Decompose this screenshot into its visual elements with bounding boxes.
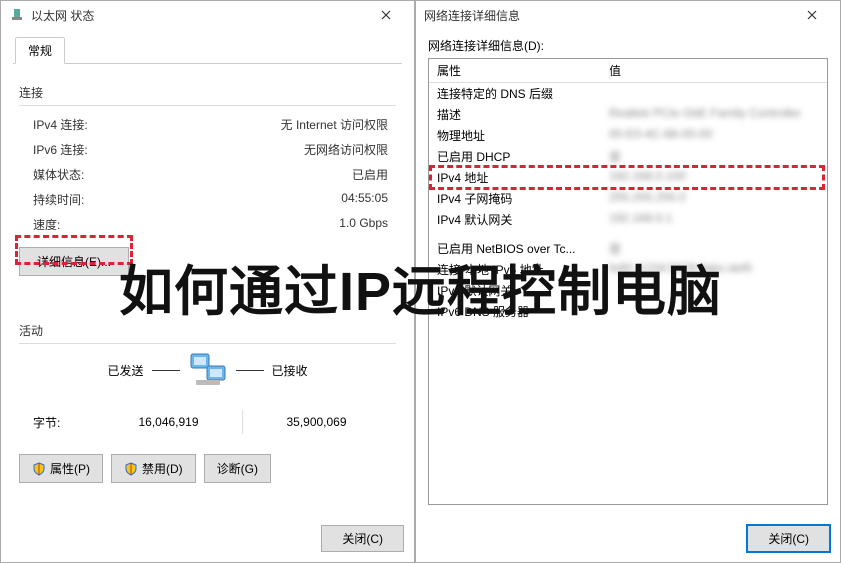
table-row[interactable]: IPv4 默认网关192.168.0.1 (429, 209, 827, 230)
table-row[interactable]: IPv4 地址192.168.0.100 (429, 167, 827, 188)
body: 常规 连接 IPv4 连接: 无 Internet 访问权限 IPv6 连接: … (1, 29, 414, 513)
tab-general[interactable]: 常规 (15, 37, 65, 64)
table-row[interactable]: 连接特定的 DNS 后缀 (429, 83, 827, 104)
details-button[interactable]: 详细信息(E)... (19, 247, 129, 276)
property-cell: 已启用 DHCP (429, 148, 609, 165)
value-cell (609, 282, 827, 299)
value-cell: 192.168.0.100 (609, 169, 827, 186)
sent-label: 已发送 (107, 362, 143, 379)
action-buttons: 属性(P) 禁用(D) 诊断(G) (19, 440, 396, 483)
dash-left (152, 370, 180, 371)
table-row[interactable]: IPv6 DNS 服务器 (429, 301, 827, 322)
value-cell: Realtek PCIe GbE Family Controller (609, 106, 827, 123)
properties-label: 属性(P) (50, 460, 90, 477)
property-cell: IPv4 子网掩码 (429, 190, 609, 207)
property-cell: IPv6 默认网关 (429, 282, 609, 299)
col-property[interactable]: 属性 (429, 62, 609, 79)
details-list[interactable]: 属性 值 连接特定的 DNS 后缀描述Realtek PCIe GbE Fami… (428, 58, 828, 505)
speed-value: 1.0 Gbps (339, 216, 396, 233)
close-icon[interactable] (366, 1, 406, 29)
table-row[interactable]: 连接-本地 IPv6 地址fe80::1234:5678:9abc:def0 (429, 259, 827, 280)
ipv4-conn-value: 无 Internet 访问权限 (281, 116, 396, 133)
table-row[interactable]: 描述Realtek PCIe GbE Family Controller (429, 104, 827, 125)
duration-value: 04:55:05 (341, 191, 396, 208)
ipv6-conn-label: IPv6 连接: (33, 141, 304, 158)
disable-label: 禁用(D) (142, 460, 183, 477)
speed-label: 速度: (33, 216, 339, 233)
titlebar[interactable]: 网络连接详细信息 (416, 1, 840, 29)
property-cell: IPv4 默认网关 (429, 211, 609, 228)
recv-label: 已接收 (272, 362, 308, 379)
close-icon[interactable] (792, 1, 832, 29)
bytes-row: 字节: 16,046,919 35,900,069 (19, 404, 396, 440)
diagnose-label: 诊断(G) (217, 460, 258, 477)
activity-header-text: 活动 (19, 324, 43, 338)
value-cell: 255.255.255.0 (609, 190, 827, 207)
property-cell: 连接-本地 IPv6 地址 (429, 261, 609, 278)
media-row: 媒体状态: 已启用 (19, 162, 396, 187)
shield-icon (124, 462, 138, 476)
ipv4-conn-row: IPv4 连接: 无 Internet 访问权限 (19, 112, 396, 137)
dash-right (236, 370, 264, 371)
table-row[interactable]: IPv6 默认网关 (429, 280, 827, 301)
detail-rows-container: 连接特定的 DNS 后缀描述Realtek PCIe GbE Family Co… (429, 83, 827, 322)
value-cell (609, 85, 827, 102)
footer: 关闭(C) (416, 513, 840, 562)
ethernet-status-window: 以太网 状态 常规 连接 IPv4 连接: 无 Internet 访问权限 IP… (0, 0, 415, 563)
close-button[interactable]: 关闭(C) (321, 525, 404, 552)
duration-label: 持续时间: (33, 191, 341, 208)
network-details-window: 网络连接详细信息 网络连接详细信息(D): 属性 值 连接特定的 DNS 后缀描… (415, 0, 841, 563)
value-cell: fe80::1234:5678:9abc:def0 (609, 261, 827, 278)
table-row[interactable]: 已启用 DHCP是 (429, 146, 827, 167)
value-cell (609, 303, 827, 320)
activity-header: 活动 (19, 322, 396, 344)
window-title: 网络连接详细信息 (424, 7, 792, 24)
property-cell: 描述 (429, 106, 609, 123)
col-value[interactable]: 值 (609, 62, 827, 79)
window-title: 以太网 状态 (31, 7, 366, 24)
titlebar[interactable]: 以太网 状态 (1, 1, 414, 29)
property-cell: 已启用 NetBIOS over Tc... (429, 240, 609, 257)
property-cell: 连接特定的 DNS 后缀 (429, 85, 609, 102)
bytes-sep (242, 410, 243, 434)
diagnose-button[interactable]: 诊断(G) (204, 454, 271, 483)
footer: 关闭(C) (1, 513, 414, 562)
media-value: 已启用 (352, 166, 396, 183)
shield-icon (32, 462, 46, 476)
details-header: 属性 值 (429, 59, 827, 83)
table-row[interactable]: 已启用 NetBIOS over Tc...是 (429, 238, 827, 259)
bytes-label: 字节: (33, 414, 103, 431)
network-icon (9, 7, 25, 23)
close-button[interactable]: 关闭(C) (747, 525, 830, 552)
value-cell: 00-E0-4C-68-00-00 (609, 127, 827, 144)
disable-button[interactable]: 禁用(D) (111, 454, 196, 483)
table-row[interactable]: IPv4 子网掩码255.255.255.0 (429, 188, 827, 209)
properties-button[interactable]: 属性(P) (19, 454, 103, 483)
value-cell: 是 (609, 240, 827, 257)
body: 网络连接详细信息(D): 属性 值 连接特定的 DNS 后缀描述Realtek … (416, 29, 840, 513)
bytes-recv: 35,900,069 (251, 415, 382, 429)
value-cell: 192.168.0.1 (609, 211, 827, 228)
media-label: 媒体状态: (33, 166, 352, 183)
property-cell: IPv6 DNS 服务器 (429, 303, 609, 320)
details-list-label: 网络连接详细信息(D): (428, 37, 828, 54)
ipv6-conn-value: 无网络访问权限 (304, 141, 396, 158)
table-row[interactable]: 物理地址00-E0-4C-68-00-00 (429, 125, 827, 146)
ipv6-conn-row: IPv6 连接: 无网络访问权限 (19, 137, 396, 162)
connection-header: 连接 (19, 84, 396, 106)
ipv4-conn-label: IPv4 连接: (33, 116, 281, 133)
duration-row: 持续时间: 04:55:05 (19, 187, 396, 212)
computers-icon (188, 352, 228, 388)
property-cell: IPv4 地址 (429, 169, 609, 186)
bytes-sent: 16,046,919 (103, 415, 234, 429)
value-cell: 是 (609, 148, 827, 165)
speed-row: 速度: 1.0 Gbps (19, 212, 396, 237)
connection-header-text: 连接 (19, 86, 43, 100)
activity-graphic: 已发送 已接收 (19, 352, 396, 388)
property-cell: 物理地址 (429, 127, 609, 144)
tabs: 常规 (13, 37, 402, 64)
